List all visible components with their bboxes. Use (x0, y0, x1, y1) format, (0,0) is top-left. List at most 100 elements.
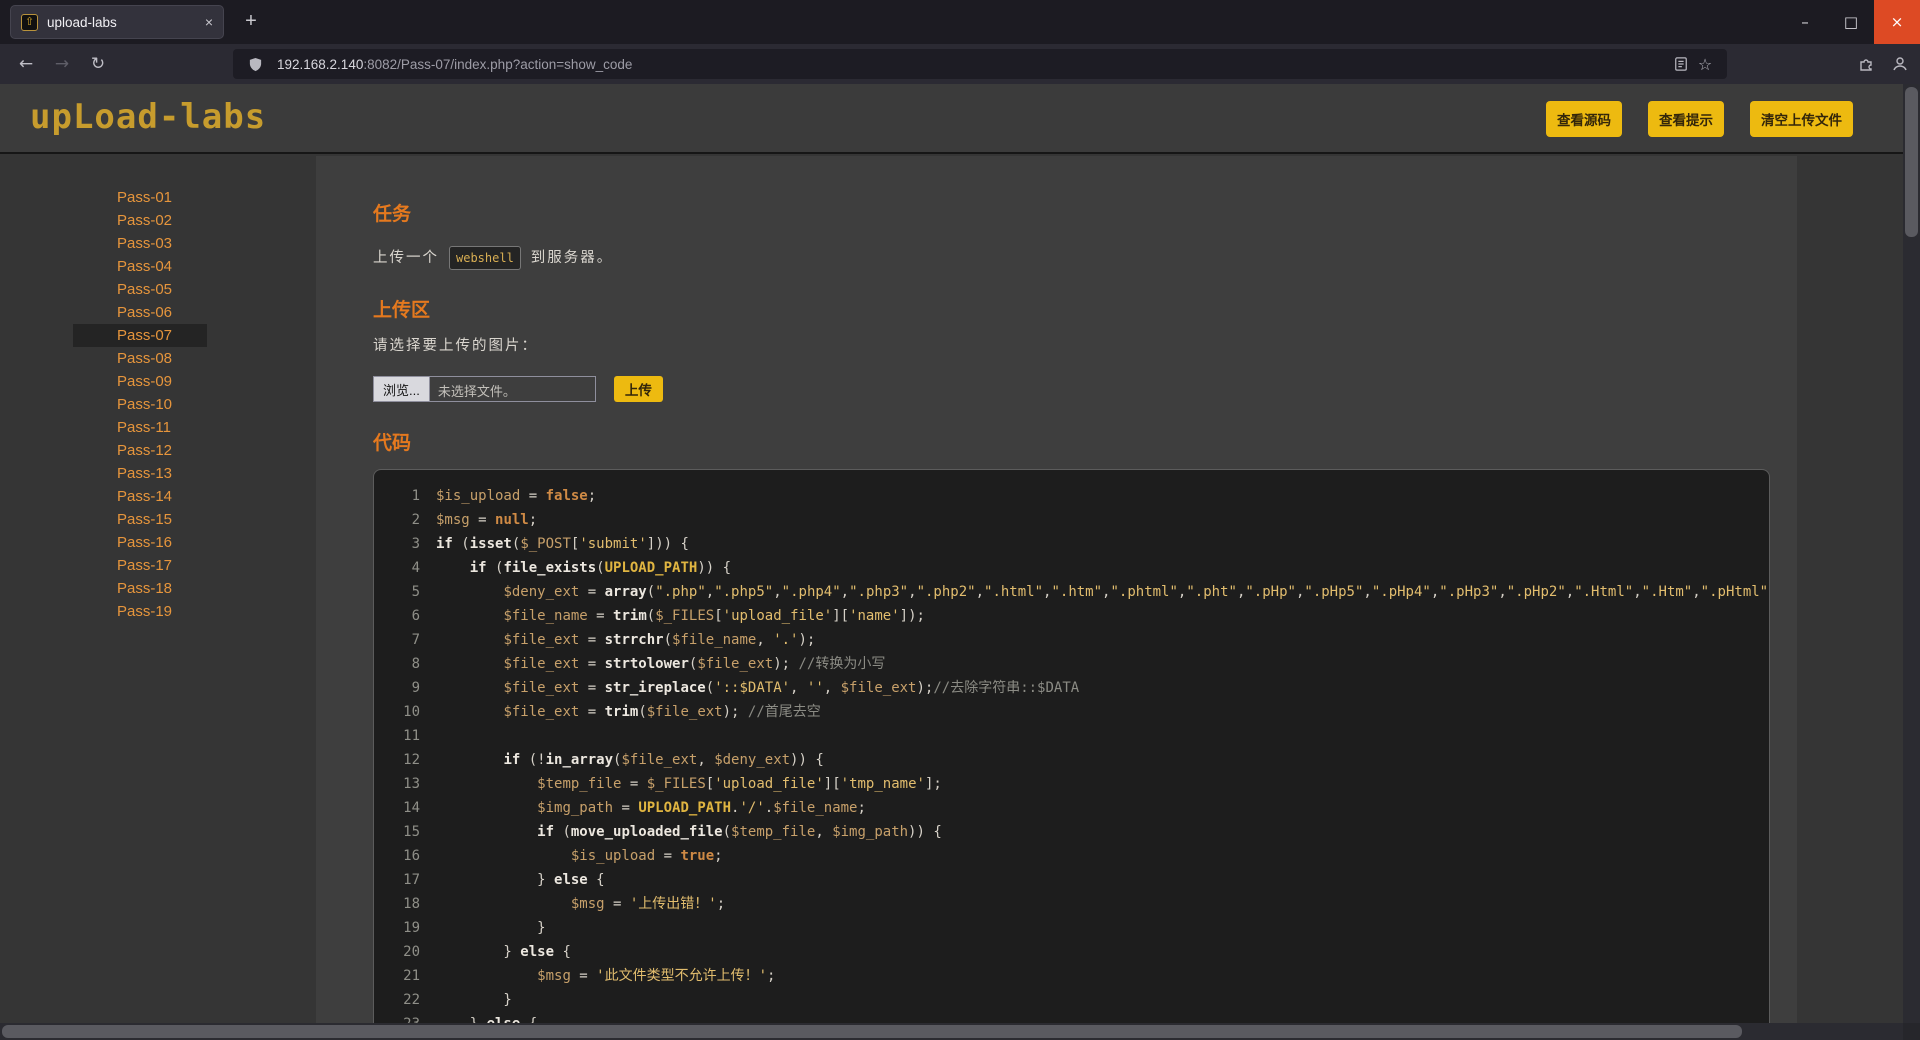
sidebar-item-pass-11[interactable]: Pass-11 (73, 416, 207, 439)
line-number: 9 (411, 680, 420, 696)
horizontal-scrollbar-thumb[interactable] (2, 1025, 1742, 1038)
code-lines: 1 $is_upload = false; 2 $msg = null; 3 if (is… (386, 484, 1769, 1036)
clear-upload-button[interactable]: 清空上传文件 (1750, 101, 1853, 137)
sidebar-item-pass-19[interactable]: Pass-19 (73, 600, 207, 623)
browser-window: ⇧ upload-labs × + – □ × ← → ↻ 192.168.2.… (0, 0, 1920, 1040)
url-text: 192.168.2.140:8082/Pass-07/index.php?act… (277, 57, 1669, 72)
code-line: 18 $msg = '上传出错！'; (386, 892, 1769, 916)
horizontal-scrollbar[interactable] (0, 1023, 1903, 1040)
sidebar-item-pass-01[interactable]: Pass-01 (73, 186, 207, 209)
new-tab-button[interactable]: + (236, 7, 266, 37)
file-input[interactable]: 未选择文件。 (429, 376, 596, 402)
navbar-right-icons (1854, 52, 1912, 76)
sidebar-item-pass-07[interactable]: Pass-07 (73, 324, 207, 347)
vertical-scrollbar[interactable] (1903, 84, 1920, 1023)
code-line: 11 (386, 724, 1769, 748)
tab-close-icon[interactable]: × (205, 14, 213, 30)
task-heading: 任务 (373, 204, 412, 225)
upload-button[interactable]: 上传 (613, 376, 663, 402)
sidebar-item-pass-04[interactable]: Pass-04 (73, 255, 207, 278)
window-close-button[interactable]: × (1874, 0, 1920, 44)
sidebar-item-pass-10[interactable]: Pass-10 (73, 393, 207, 416)
code-line: 9 $file_ext = str_ireplace('::$DATA', ''… (386, 676, 1769, 700)
line-number: 1 (411, 488, 420, 504)
code-block: 1 $is_upload = false; 2 $msg = null; 3 if (is… (373, 469, 1770, 1040)
code-line: 16 $is_upload = true; (386, 844, 1769, 868)
window-maximize-button[interactable]: □ (1828, 0, 1874, 44)
line-number: 21 (403, 968, 420, 984)
code-line: 13 $temp_file = $_FILES['upload_file']['… (386, 772, 1769, 796)
line-number: 18 (403, 896, 420, 912)
sidebar-item-pass-17[interactable]: Pass-17 (73, 554, 207, 577)
site-header: upLoad-labs 查看源码 查看提示 清空上传文件 (0, 84, 1903, 154)
line-number: 8 (411, 656, 420, 672)
line-number: 13 (403, 776, 420, 792)
line-number: 11 (403, 728, 420, 744)
code-line: 10 $file_ext = trim($file_ext); //首尾去空 (386, 700, 1769, 724)
sidebar-item-pass-13[interactable]: Pass-13 (73, 462, 207, 485)
code-line: 17 } else { (386, 868, 1769, 892)
bookmark-star-icon[interactable]: ☆ (1693, 52, 1717, 76)
account-icon[interactable] (1888, 52, 1912, 76)
code-line: 2 $msg = null; (386, 508, 1769, 532)
reload-icon[interactable]: ↻ (82, 48, 114, 80)
code-line: 20 } else { (386, 940, 1769, 964)
line-number: 6 (411, 608, 420, 624)
sidebar: Pass-01 Pass-02 Pass-03 Pass-04 Pass-05 Pass-… (0, 156, 316, 1040)
line-number: 16 (403, 848, 420, 864)
sidebar-item-pass-08[interactable]: Pass-08 (73, 347, 207, 370)
code-line: 4 if (file_exists(UPLOAD_PATH)) { (386, 556, 1769, 580)
task-text-after: 到服务器。 (530, 250, 614, 266)
line-number: 3 (411, 536, 420, 552)
sidebar-item-pass-02[interactable]: Pass-02 (73, 209, 207, 232)
line-number: 4 (411, 560, 420, 576)
window-controls: – □ × (1782, 0, 1920, 44)
browser-tab[interactable]: ⇧ upload-labs × (10, 5, 224, 39)
line-number: 7 (411, 632, 420, 648)
sidebar-item-pass-05[interactable]: Pass-05 (73, 278, 207, 301)
sidebar-item-pass-16[interactable]: Pass-16 (73, 531, 207, 554)
line-number: 19 (403, 920, 420, 936)
sidebar-item-pass-12[interactable]: Pass-12 (73, 439, 207, 462)
line-number: 10 (403, 704, 420, 720)
view-source-button[interactable]: 查看源码 (1546, 101, 1622, 137)
reader-view-icon[interactable] (1669, 52, 1693, 76)
url-bar[interactable]: 192.168.2.140:8082/Pass-07/index.php?act… (233, 49, 1727, 79)
shield-icon[interactable] (243, 52, 267, 76)
code-line: 7 $file_ext = strrchr($file_name, '.'); (386, 628, 1769, 652)
forward-icon[interactable]: → (46, 48, 78, 80)
window-minimize-button[interactable]: – (1782, 0, 1828, 44)
sidebar-item-pass-06[interactable]: Pass-06 (73, 301, 207, 324)
view-hint-button[interactable]: 查看提示 (1648, 101, 1724, 137)
code-heading: 代码 (373, 433, 412, 454)
sidebar-item-pass-09[interactable]: Pass-09 (73, 370, 207, 393)
code-line: 21 $msg = '此文件类型不允许上传！'; (386, 964, 1769, 988)
webshell-badge: webshell (449, 246, 521, 270)
vertical-scrollbar-thumb[interactable] (1905, 87, 1918, 237)
code-line: 1 $is_upload = false; (386, 484, 1769, 508)
site-logo: upLoad-labs (30, 97, 267, 137)
url-path: :8082/Pass-07/index.php?action=show_code (363, 56, 633, 72)
line-number: 14 (403, 800, 420, 816)
code-line: 5 $deny_ext = array(".php",".php5",".php… (386, 580, 1769, 604)
sidebar-item-pass-03[interactable]: Pass-03 (73, 232, 207, 255)
upload-form: 浏览... 未选择文件。 上传 (373, 376, 1797, 402)
task-text: 上传一个 webshell 到服务器。 (373, 246, 1797, 270)
code-line: 14 $img_path = UPLOAD_PATH.'/'.$file_nam… (386, 796, 1769, 820)
sidebar-item-pass-15[interactable]: Pass-15 (73, 508, 207, 531)
tab-bar: ⇧ upload-labs × + – □ × (0, 0, 1920, 44)
tab-title: upload-labs (47, 14, 117, 30)
url-host: 192.168.2.140 (277, 56, 364, 72)
code-line: 6 $file_name = trim($_FILES['upload_file… (386, 604, 1769, 628)
page-viewport: upLoad-labs 查看源码 查看提示 清空上传文件 Pass-01 Pass-0… (0, 84, 1920, 1040)
browse-button[interactable]: 浏览... (373, 376, 430, 402)
sidebar-item-pass-14[interactable]: Pass-14 (73, 485, 207, 508)
line-number: 5 (411, 584, 420, 600)
scrollbar-corner (1903, 1023, 1920, 1040)
header-actions: 查看源码 查看提示 清空上传文件 (1546, 101, 1853, 137)
back-icon[interactable]: ← (10, 48, 42, 80)
sidebar-item-pass-18[interactable]: Pass-18 (73, 577, 207, 600)
task-text-before: 上传一个 (373, 250, 439, 266)
extensions-icon[interactable] (1854, 52, 1878, 76)
main-content: 任务 上传一个 webshell 到服务器。 上传区 请选择要上传的图片： 浏览… (316, 156, 1797, 1040)
